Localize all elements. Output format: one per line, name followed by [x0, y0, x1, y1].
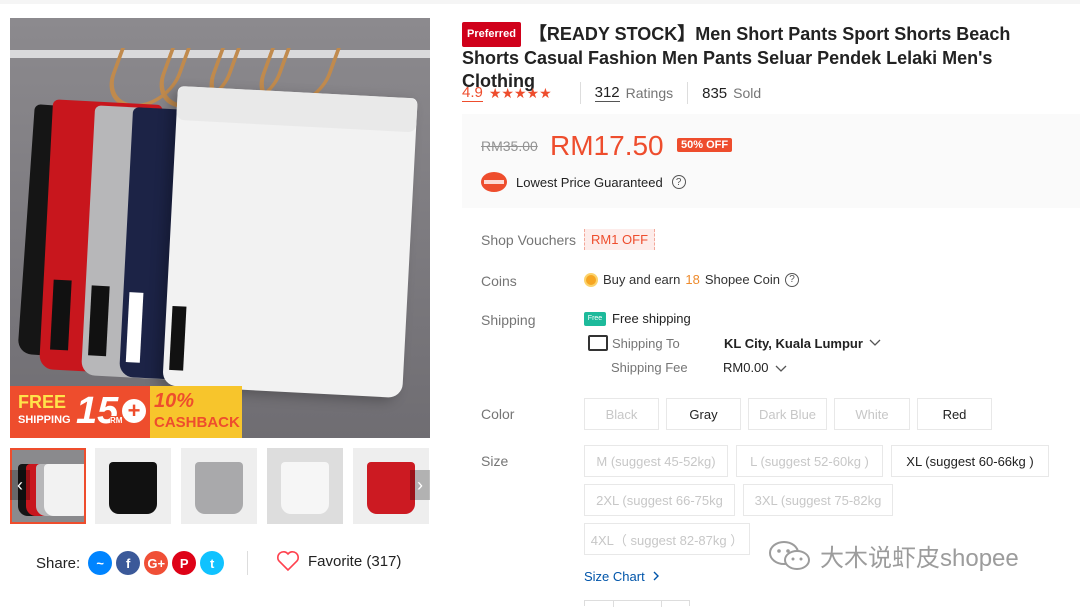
color-option-dark-blue: Dark Blue [748, 398, 827, 430]
divider [579, 82, 581, 104]
thumbnail-3[interactable] [181, 448, 257, 524]
promo-banner: FREE SHIPPING 15 RM + 10% CASHBACK [10, 386, 242, 438]
short-white [162, 85, 418, 399]
share-bar: Share: ~ f G+ P t [36, 550, 225, 576]
coins-info: Buy and earn 18 Shopee Coin ? [584, 272, 799, 287]
product-title-text: 【READY STOCK】Men Short Pants Sport Short… [462, 24, 1011, 91]
shipping-fee-label: Shipping Fee [611, 360, 688, 375]
current-price: RM17.50 [550, 130, 664, 161]
watermark: 大木说虾皮shopee [768, 538, 1019, 573]
heart-icon [277, 551, 299, 572]
price-section: RM35.00 RM17.50 50% OFF Lowest Price Gua… [462, 114, 1080, 208]
pinterest-icon[interactable]: P [172, 551, 197, 575]
shipping-label: Shipping [481, 312, 536, 328]
free-shipping: Free Free shipping [584, 311, 691, 326]
chevron-down-icon [775, 365, 786, 372]
size-option-xl[interactable]: XL (suggest 60-66kg ) [891, 445, 1049, 477]
star-rating-icon: ★★★★★ [488, 84, 552, 101]
shipping-to-value: KL City, Kuala Lumpur [724, 335, 863, 351]
product-main-image[interactable]: FREE SHIPPING 15 RM + 10% CASHBACK [10, 18, 430, 438]
guarantee-label: Lowest Price Guaranteed [516, 174, 663, 190]
size-option-m: M (suggest 45-52kg) [584, 445, 728, 477]
size-option-4xl: 4XL（ suggest 82-87kg ） [584, 523, 750, 555]
sold-count: 835 [702, 84, 728, 102]
coins-label: Coins [481, 273, 517, 289]
thumbnail-2[interactable] [95, 448, 171, 524]
ratings-count[interactable]: 312 [594, 84, 620, 102]
rating-row: 4.9 ★★★★★ 312 Ratings 835 Sold [462, 82, 761, 104]
discount-badge: 50% OFF [677, 138, 733, 152]
chevron-down-icon [869, 339, 881, 346]
facebook-icon[interactable]: f [116, 551, 141, 575]
messenger-icon[interactable]: ~ [88, 551, 113, 575]
rating-score[interactable]: 4.9 [462, 84, 483, 102]
help-icon[interactable]: ? [784, 272, 799, 287]
price-guarantee[interactable]: Lowest Price Guaranteed ? [481, 172, 686, 192]
size-chart-label: Size Chart [584, 569, 645, 584]
divider [247, 551, 248, 575]
color-label: Color [481, 406, 515, 422]
guarantee-seal-icon [481, 172, 507, 192]
color-option-black: Black [584, 398, 659, 430]
top-bar [0, 0, 1080, 4]
plus-icon: + [122, 399, 146, 423]
coins-suffix: Shopee Coin [704, 272, 780, 287]
size-label: Size [481, 453, 509, 469]
color-option-gray[interactable]: Gray [666, 398, 741, 430]
ratings-label: Ratings [625, 85, 674, 101]
color-option-white: White [834, 398, 910, 430]
promo-currency: RM [110, 416, 123, 425]
size-chart-link[interactable]: Size Chart [584, 569, 661, 584]
thumbnail-4[interactable] [267, 448, 343, 524]
chevron-left-icon[interactable]: ‹ [10, 470, 30, 500]
size-option-3xl: 3XL (suggest 75-82kg [743, 484, 893, 516]
wechat-icon [769, 540, 810, 570]
voucher-tag[interactable]: RM1 OFF [584, 229, 656, 250]
favorite-label: Favorite (317) [308, 552, 402, 570]
promo-free: FREE [18, 392, 67, 412]
quantity-stepper[interactable] [584, 600, 690, 607]
truck-icon [588, 335, 608, 351]
original-price: RM35.00 [481, 138, 538, 154]
free-shipping-truck-icon: Free [584, 311, 606, 326]
shipping-fee-value: RM0.00 [723, 360, 769, 375]
watermark-text: 大木说虾皮shopee [820, 545, 1019, 572]
divider [687, 82, 689, 104]
coins-prefix: Buy and earn [603, 272, 681, 287]
size-option-l: L (suggest 52-60kg ) [736, 445, 883, 477]
chevron-right-icon[interactable]: › [410, 470, 430, 500]
chevron-right-icon [653, 571, 660, 581]
promo-min-spend: 15 [76, 390, 119, 432]
sold-label: Sold [733, 85, 762, 101]
promo-shipping: SHIPPING [18, 414, 71, 426]
coins-amount: 18 [685, 272, 700, 287]
preferred-badge: Preferred [462, 22, 521, 47]
shipping-to-label: Shipping To [612, 335, 680, 351]
vouchers-label: Shop Vouchers [481, 232, 576, 248]
twitter-icon[interactable]: t [200, 551, 225, 575]
help-icon[interactable]: ? [671, 175, 686, 189]
shipping-fee-row[interactable]: Shipping Fee RM0.00 [611, 360, 788, 375]
share-label: Share: [36, 554, 81, 572]
promo-cashback: CASHBACK [154, 414, 240, 431]
free-shipping-label: Free shipping [612, 311, 691, 326]
coin-icon [584, 272, 598, 287]
size-option-2xl: 2XL (suggest 66-75kg [584, 484, 735, 516]
shipping-to-row[interactable]: Shipping To KL City, Kuala Lumpur [588, 335, 882, 351]
favorite-button[interactable]: Favorite (317) [276, 550, 401, 572]
google-plus-icon[interactable]: G+ [144, 551, 169, 575]
color-option-red[interactable]: Red [917, 398, 992, 430]
promo-cashback-pct: 10% [154, 390, 195, 412]
thumbnail-strip [10, 446, 430, 524]
